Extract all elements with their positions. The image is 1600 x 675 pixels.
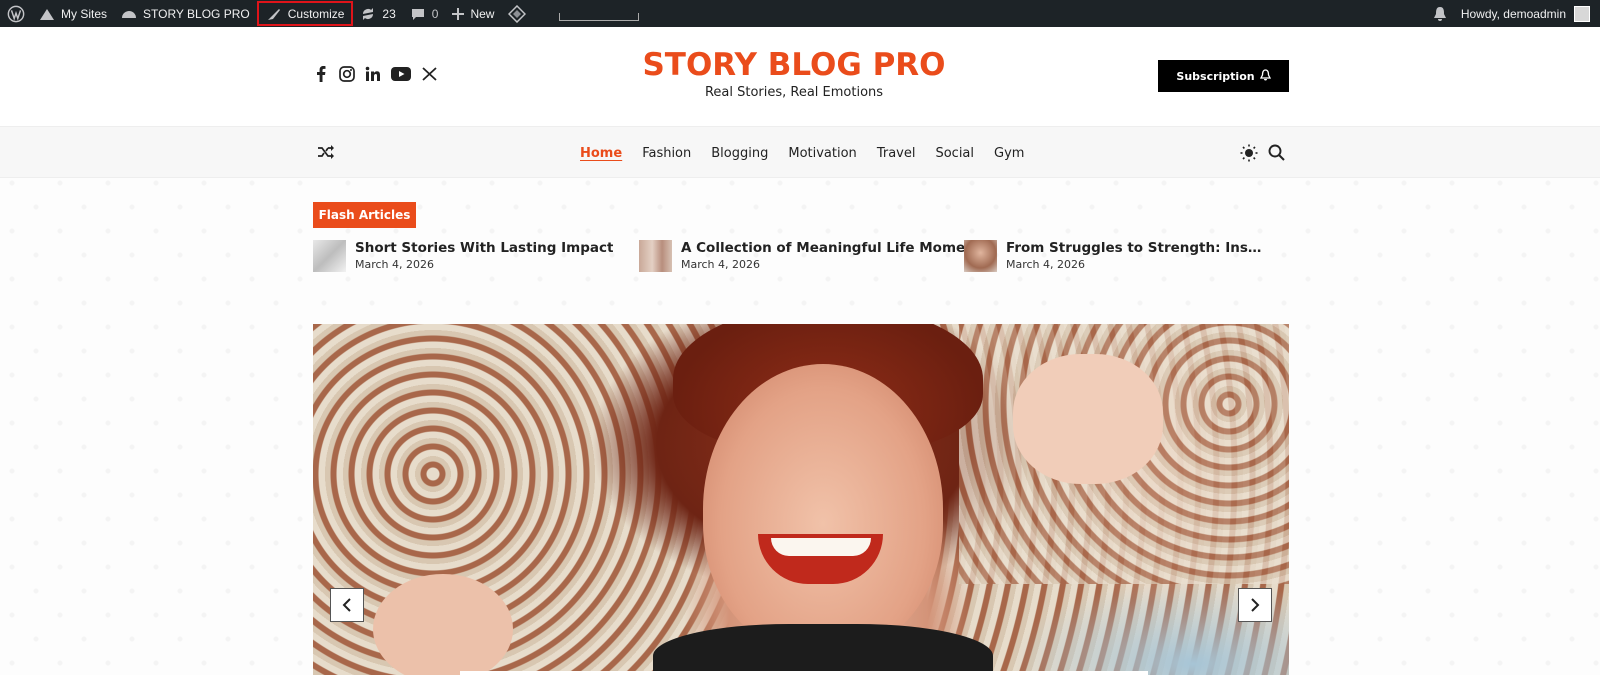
admin-bar-right: Howdy, demoadmin xyxy=(1426,0,1600,27)
updates-icon xyxy=(360,6,376,22)
dashboard-icon xyxy=(121,7,137,21)
nav-item-social[interactable]: Social xyxy=(935,146,974,161)
updates-count: 23 xyxy=(382,6,396,21)
ruler-indicator xyxy=(559,12,640,21)
customize-label: Customize xyxy=(287,6,345,21)
article-thumbnail[interactable] xyxy=(313,240,346,272)
hero-caption-box xyxy=(460,671,1148,675)
linkedin-icon[interactable] xyxy=(365,66,381,82)
diamond-plugin-icon[interactable] xyxy=(501,0,533,27)
x-icon[interactable] xyxy=(421,66,437,82)
flash-article[interactable]: A Collection of Meaningful Life Moments … xyxy=(639,240,989,272)
chevron-right-icon xyxy=(1251,598,1260,612)
article-title[interactable]: A Collection of Meaningful Life Moments xyxy=(681,240,989,256)
customize-link[interactable]: Customize xyxy=(256,1,354,26)
nav-item-blogging[interactable]: Blogging xyxy=(711,146,768,161)
facebook-icon[interactable] xyxy=(313,66,329,82)
nav-item-fashion[interactable]: Fashion xyxy=(642,146,691,161)
comments-link[interactable]: 0 xyxy=(403,0,446,27)
subscription-label: Subscription xyxy=(1176,69,1255,83)
comments-count: 0 xyxy=(431,6,439,21)
site-title[interactable]: STORY BLOG PRO xyxy=(594,47,994,83)
article-title[interactable]: From Struggles to Strength: Inspiring… xyxy=(1006,240,1264,256)
notification-bell-icon[interactable] xyxy=(1426,0,1454,27)
plus-icon xyxy=(452,7,465,20)
nav-item-travel[interactable]: Travel xyxy=(877,146,916,161)
article-date: March 4, 2026 xyxy=(1006,258,1086,271)
article-date: March 4, 2026 xyxy=(355,258,435,271)
main-navigation: Home Fashion Blogging Motivation Travel … xyxy=(0,126,1600,178)
nav-item-motivation[interactable]: Motivation xyxy=(788,146,856,161)
site-branding: STORY BLOG PRO Real Stories, Real Emotio… xyxy=(594,47,994,100)
subscription-button[interactable]: Subscription xyxy=(1158,60,1289,92)
my-sites-icon xyxy=(39,7,55,21)
site-name-label: STORY BLOG PRO xyxy=(143,6,250,21)
avatar xyxy=(1574,5,1590,22)
howdy-label: Howdy, demoadmin xyxy=(1460,6,1566,21)
hero-image-teeth xyxy=(771,538,871,556)
my-sites-menu[interactable]: My Sites xyxy=(32,0,114,27)
flash-articles-label: Flash Articles xyxy=(313,202,416,228)
social-links xyxy=(313,66,437,82)
slider-prev-button[interactable] xyxy=(330,588,364,622)
sun-icon[interactable] xyxy=(1240,144,1258,167)
flash-article[interactable]: Short Stories With Lasting Impact March … xyxy=(313,240,613,272)
updates-link[interactable]: 23 xyxy=(353,0,402,27)
nav-item-gym[interactable]: Gym xyxy=(994,146,1024,161)
comment-icon xyxy=(410,7,426,21)
nav-item-home[interactable]: Home xyxy=(580,146,622,161)
hero-image-shirt xyxy=(653,624,993,675)
search-icon[interactable] xyxy=(1268,144,1285,166)
site-tagline: Real Stories, Real Emotions xyxy=(704,85,884,100)
hero-image-hand-right xyxy=(1013,354,1163,484)
bell-icon xyxy=(1259,68,1271,84)
article-thumbnail[interactable] xyxy=(639,240,672,272)
article-thumbnail[interactable] xyxy=(964,240,997,272)
youtube-icon[interactable] xyxy=(391,66,411,82)
hero-image-face xyxy=(703,364,943,654)
instagram-icon[interactable] xyxy=(339,66,355,82)
account-menu[interactable]: Howdy, demoadmin xyxy=(1454,0,1600,27)
brush-icon xyxy=(266,7,282,21)
site-name-menu[interactable]: STORY BLOG PRO xyxy=(114,0,257,27)
hero-slider[interactable] xyxy=(313,324,1289,675)
hero-image-hand-left xyxy=(373,574,513,675)
nav-menu: Home Fashion Blogging Motivation Travel … xyxy=(580,127,1024,179)
my-sites-label: My Sites xyxy=(61,6,108,21)
chevron-left-icon xyxy=(342,598,351,612)
slider-next-button[interactable] xyxy=(1238,588,1272,622)
flash-article[interactable]: From Struggles to Strength: Inspiring… M… xyxy=(964,240,1264,272)
shuffle-icon[interactable] xyxy=(317,144,335,165)
new-content-menu[interactable]: New xyxy=(445,0,501,27)
article-date: March 4, 2026 xyxy=(681,258,761,271)
admin-bar: My Sites STORY BLOG PRO Customize 23 0 N… xyxy=(0,0,1600,27)
new-label: New xyxy=(470,6,495,21)
article-title[interactable]: Short Stories With Lasting Impact xyxy=(355,240,613,256)
wordpress-logo-icon[interactable] xyxy=(0,0,32,27)
